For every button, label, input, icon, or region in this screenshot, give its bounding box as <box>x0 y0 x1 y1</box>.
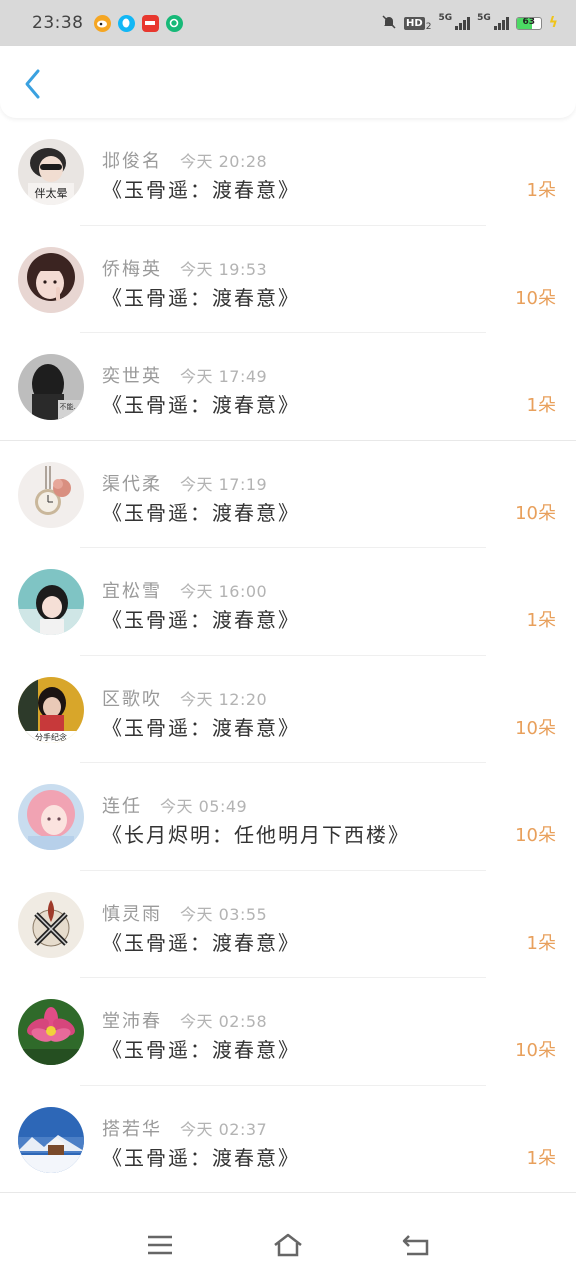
book-title: 《玉骨遥：渡春意》 <box>102 285 300 310</box>
avatar-caption: 分手纪念 <box>35 732 67 742</box>
book-title: 《长月烬明：任他明月下西楼》 <box>102 823 410 847</box>
charging-icon: ϟ <box>548 15 558 31</box>
timestamp: 今天 03:55 <box>180 904 268 924</box>
avatar[interactable]: 伴太晕 <box>18 139 84 205</box>
book-title: 《玉骨遥：渡春意》 <box>102 1145 300 1170</box>
book-title: 《玉骨遥：渡春意》 <box>102 393 300 417</box>
status-right: HD 2 5G 5G 63 ϟ <box>381 13 558 33</box>
sender-name: 连任 <box>102 796 142 817</box>
hd-badge: HD <box>404 16 425 30</box>
avatar[interactable] <box>18 569 84 635</box>
list-item[interactable]: 堂沛春 今天 02:58 《玉骨遥：渡春意》 10朵 <box>0 978 576 1086</box>
flower-count: 1朵 <box>526 395 556 416</box>
red-app-icon <box>141 14 159 32</box>
book-title: 《玉骨遥：渡春意》 <box>102 608 300 632</box>
network-label-2: 5G <box>477 13 491 23</box>
signal-icon-1 <box>455 16 471 30</box>
timestamp: 今天 19:53 <box>180 259 268 279</box>
flower-count: 1朵 <box>526 180 556 201</box>
sender-name: 宜松雪 <box>102 581 162 602</box>
battery-icon: 63 <box>515 16 542 30</box>
book-title: 《玉骨遥：渡春意》 <box>102 178 300 202</box>
home-button[interactable] <box>268 1228 308 1262</box>
list-item[interactable]: 慎灵雨 今天 03:55 《玉骨遥：渡春意》 1朵 <box>0 871 576 978</box>
mute-icon <box>381 14 397 33</box>
sender-name: 慎灵雨 <box>102 903 162 925</box>
header <box>0 46 576 118</box>
sender-name: 侨梅英 <box>102 258 162 280</box>
flower-count: 1朵 <box>526 932 556 954</box>
back-nav-button[interactable] <box>396 1228 436 1262</box>
timestamp: 今天 05:49 <box>160 797 248 816</box>
book-title: 《玉骨遥：渡春意》 <box>102 1038 300 1062</box>
list-item[interactable]: 不能… 奕世英 今天 17:49 《玉骨遥：渡春意》 1朵 <box>0 333 576 441</box>
avatar[interactable] <box>18 1106 84 1173</box>
timestamp: 今天 16:00 <box>180 582 268 601</box>
timestamp: 今天 02:58 <box>180 1012 268 1031</box>
book-title: 《玉骨遥：渡春意》 <box>102 930 300 955</box>
timestamp: 今天 17:19 <box>180 474 268 494</box>
battery-level: 63 <box>522 16 536 27</box>
timestamp: 今天 17:49 <box>180 367 268 386</box>
list-item[interactable]: 渠代柔 今天 17:19 《玉骨遥：渡春意》 10朵 <box>0 441 576 548</box>
timestamp: 今天 12:20 <box>180 689 268 709</box>
sender-name: 搭若华 <box>102 1118 162 1140</box>
list-item[interactable]: 分手纪念 区歌吹 今天 12:20 《玉骨遥：渡春意》 10朵 <box>0 656 576 763</box>
sender-name: 堂沛春 <box>102 1011 162 1032</box>
sender-name: 区歌吹 <box>102 688 162 710</box>
sender-name: 邶俊名 <box>102 151 162 172</box>
avatar[interactable]: 分手纪念 <box>18 676 84 743</box>
book-title: 《玉骨遥：渡春意》 <box>102 715 300 740</box>
flower-count: 10朵 <box>515 1040 556 1061</box>
back-nav-icon <box>402 1235 429 1256</box>
avatar[interactable] <box>18 784 84 850</box>
avatar[interactable]: 不能… <box>18 354 84 420</box>
flower-count: 1朵 <box>526 1147 556 1169</box>
notification-icons <box>93 14 183 32</box>
avatar[interactable] <box>18 999 84 1065</box>
divider <box>0 1192 576 1193</box>
avatar[interactable] <box>18 891 84 958</box>
timestamp: 今天 20:28 <box>180 152 268 171</box>
book-title: 《玉骨遥：渡春意》 <box>102 500 300 525</box>
avatar[interactable] <box>18 461 84 528</box>
list-item[interactable]: 搭若华 今天 02:37 《玉骨遥：渡春意》 1朵 <box>0 1086 576 1193</box>
hd-label: HD <box>406 17 423 29</box>
chevron-left-icon <box>25 69 40 99</box>
avatar-caption: 不能… <box>60 402 81 411</box>
weibo-icon <box>93 14 111 32</box>
status-bar: 23:38 HD 2 5G 5G 63 ϟ <box>0 0 576 46</box>
hd-sub: 2 <box>425 22 432 32</box>
signal-icon-2 <box>493 16 509 30</box>
flower-count: 10朵 <box>515 717 556 739</box>
sender-name: 渠代柔 <box>102 473 162 495</box>
back-button[interactable] <box>16 66 50 102</box>
flower-count: 10朵 <box>515 825 556 846</box>
system-nav-bar <box>0 1208 576 1280</box>
avatar[interactable] <box>18 246 84 313</box>
flower-count: 1朵 <box>526 610 556 631</box>
avatar-caption: 伴太晕 <box>35 187 68 200</box>
flower-count: 10朵 <box>515 502 556 524</box>
list-item[interactable]: 侨梅英 今天 19:53 《玉骨遥：渡春意》 10朵 <box>0 226 576 333</box>
list-item[interactable]: 伴太晕 邶俊名 今天 20:28 《玉骨遥：渡春意》 1朵 <box>0 118 576 226</box>
timestamp: 今天 02:37 <box>180 1119 268 1139</box>
list-item[interactable]: 宜松雪 今天 16:00 《玉骨遥：渡春意》 1朵 <box>0 548 576 656</box>
network-label-1: 5G <box>438 13 453 23</box>
flower-count: 10朵 <box>515 287 556 309</box>
qq-icon <box>117 14 135 32</box>
menu-button[interactable] <box>140 1228 180 1262</box>
green-app-icon <box>165 14 183 32</box>
home-icon <box>274 1233 302 1257</box>
status-time: 23:38 <box>32 13 84 33</box>
list-item[interactable]: 连任 今天 05:49 《长月烬明：任他明月下西楼》 10朵 <box>0 763 576 871</box>
menu-icon <box>148 1235 172 1255</box>
gift-record-list: 伴太晕 邶俊名 今天 20:28 《玉骨遥：渡春意》 1朵 侨梅英 今天 19:… <box>0 118 576 1193</box>
sender-name: 奕世英 <box>102 366 162 387</box>
